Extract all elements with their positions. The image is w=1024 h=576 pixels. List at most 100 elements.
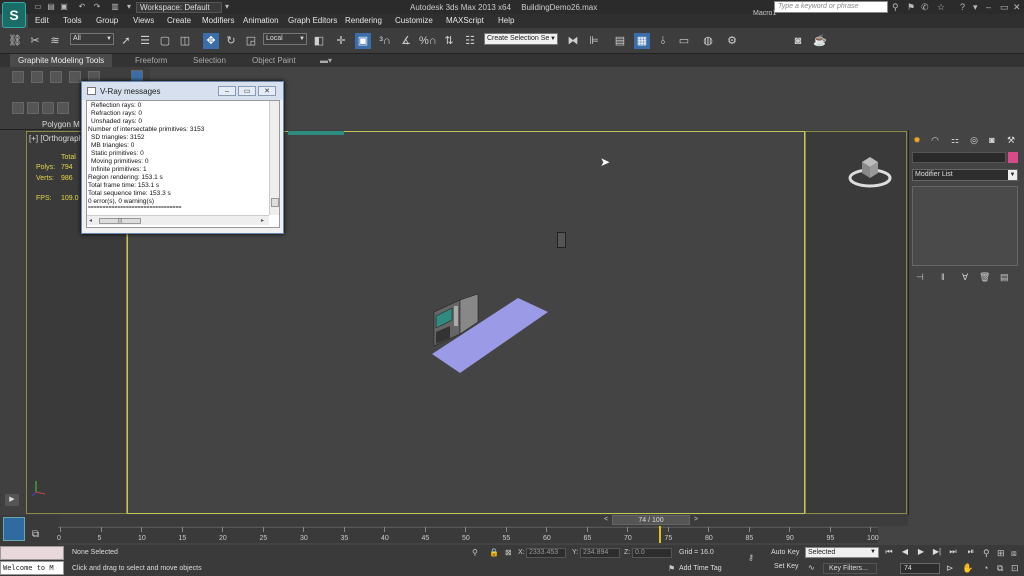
scene-geometry[interactable]: [420, 290, 560, 380]
create-tab-icon[interactable]: ✹: [911, 134, 923, 146]
scene-explorer-icon[interactable]: ▤: [612, 33, 628, 49]
time-tag-icon[interactable]: ⚑: [668, 564, 675, 573]
play-icon[interactable]: ▶: [916, 547, 926, 557]
project-folder-icon[interactable]: ▥: [110, 2, 120, 12]
search-input[interactable]: Type a keyword or phrase: [774, 1, 888, 13]
mini-listener-button[interactable]: [3, 517, 25, 541]
menu-group[interactable]: Group: [96, 16, 118, 25]
help-icon[interactable]: ?: [960, 2, 965, 12]
select-and-rotate-icon[interactable]: ↻: [223, 33, 239, 49]
tab-graphite-modeling-tools[interactable]: Graphite Modeling Tools: [10, 54, 113, 67]
keyboard-shortcut-override-icon[interactable]: ▣: [355, 33, 371, 49]
vray-horizontal-scroll-thumb[interactable]: |||: [99, 218, 141, 224]
open-mini-curve-editor-icon[interactable]: ⧉: [32, 529, 39, 540]
maxscript-listener-input[interactable]: [0, 546, 64, 560]
tab-object-paint[interactable]: Object Paint: [252, 56, 296, 65]
quick-access-dropdown-icon[interactable]: ▾: [124, 2, 134, 12]
selection-filter-select[interactable]: All ▼: [70, 33, 114, 45]
percent-snap-icon[interactable]: %∩: [419, 33, 437, 49]
save-file-icon[interactable]: ▣: [59, 2, 69, 12]
selection-lock-icon[interactable]: 🔒: [489, 548, 499, 557]
tab-freeform[interactable]: Freeform: [135, 56, 167, 65]
bind-to-space-warp-icon[interactable]: ≋: [47, 33, 63, 49]
ribbon-button[interactable]: [27, 102, 39, 114]
object-color-swatch[interactable]: [1008, 152, 1018, 163]
workspace-dropdown-icon[interactable]: ▾: [222, 2, 232, 12]
minimize-icon[interactable]: –: [986, 2, 991, 12]
layer-manager-icon[interactable]: ▦: [634, 33, 650, 49]
favorites-icon[interactable]: ☆: [937, 2, 945, 12]
rendered-frame-window-icon[interactable]: ◙: [790, 33, 806, 49]
auto-key-button[interactable]: Auto Key: [771, 548, 803, 558]
rectangular-selection-icon[interactable]: ▢: [157, 33, 173, 49]
menu-help[interactable]: Help: [498, 16, 514, 25]
curve-editor-icon[interactable]: ⫰: [655, 33, 671, 49]
modifier-stack[interactable]: [912, 186, 1018, 266]
pin-stack-icon[interactable]: ⊣: [916, 272, 924, 283]
vray-vertical-scroll-thumb[interactable]: [271, 198, 279, 207]
modifier-list-select[interactable]: Modifier List ▼: [912, 169, 1018, 181]
isolate-selection-icon[interactable]: ⚲: [472, 548, 478, 557]
select-and-scale-icon[interactable]: ◲: [243, 33, 259, 49]
configure-modifier-sets-icon[interactable]: ▤: [1000, 272, 1009, 283]
undo-icon[interactable]: ↶: [77, 2, 87, 12]
select-and-move-icon[interactable]: ✥: [203, 33, 219, 49]
time-slider-thumb[interactable]: 74 / 100: [612, 515, 690, 525]
orbit-icon[interactable]: ◔: [983, 563, 988, 573]
open-file-icon[interactable]: ▤: [46, 2, 56, 12]
viewport-label[interactable]: [+] [Orthograph: [29, 134, 83, 143]
menu-views[interactable]: Views: [133, 16, 154, 25]
field-of-view-icon[interactable]: ⊳: [946, 563, 954, 574]
communication-center-icon[interactable]: ✆: [921, 2, 929, 12]
ribbon-button[interactable]: [57, 102, 69, 114]
menu-animation[interactable]: Animation: [243, 16, 279, 25]
align-icon[interactable]: ⊫: [586, 33, 602, 49]
application-button[interactable]: S: [2, 2, 26, 28]
key-filters-button[interactable]: Key Filters...: [823, 563, 877, 574]
ribbon-button[interactable]: [69, 71, 81, 83]
motion-tab-icon[interactable]: ◎: [968, 134, 980, 146]
vray-horizontal-scrollbar[interactable]: ◂ ||| ▸: [87, 215, 269, 225]
previous-frame-icon[interactable]: ◀: [900, 547, 910, 557]
utilities-tab-icon[interactable]: ⚒: [1005, 134, 1017, 146]
viewcube-icon[interactable]: [848, 150, 892, 190]
zoom-extents-icon[interactable]: ⧈: [1011, 548, 1017, 559]
maxscript-output[interactable]: Welcome to M: [0, 561, 64, 575]
current-frame-input[interactable]: 74: [900, 563, 940, 574]
display-tab-icon[interactable]: ◙: [986, 134, 998, 146]
time-slider[interactable]: [0, 515, 908, 526]
zoom-icon[interactable]: ⚲: [983, 548, 990, 559]
menu-tools[interactable]: Tools: [63, 16, 82, 25]
vray-maximize-button[interactable]: ▭: [238, 86, 256, 96]
named-selection-set-input[interactable]: Create Selection Se ▼: [484, 33, 558, 45]
vray-close-button[interactable]: ✕: [258, 86, 276, 96]
ribbon-button[interactable]: [31, 71, 43, 83]
redo-icon[interactable]: ↷: [92, 2, 102, 12]
ribbon-button[interactable]: [42, 102, 54, 114]
vray-minimize-button[interactable]: –: [218, 86, 236, 96]
menu-maxscript[interactable]: MAXScript: [446, 16, 484, 25]
menu-edit[interactable]: Edit: [35, 16, 49, 25]
menu-create[interactable]: Create: [167, 16, 191, 25]
default-tangents-icon[interactable]: ∿: [808, 563, 815, 572]
spinner-snap-icon[interactable]: ⇅: [441, 33, 457, 49]
absolute-mode-icon[interactable]: ⊠: [505, 548, 512, 557]
search-icon[interactable]: ⚲: [892, 2, 899, 12]
hierarchy-tab-icon[interactable]: ⚏: [949, 134, 961, 146]
vray-vertical-scrollbar[interactable]: [269, 101, 279, 215]
maximize-icon[interactable]: ▭: [1000, 2, 1009, 12]
close-icon[interactable]: ✕: [1013, 2, 1021, 12]
maximize-viewport-icon[interactable]: ⧉: [997, 563, 1003, 574]
snaps-toggle-icon[interactable]: ³∩: [377, 33, 393, 49]
help-dropdown-icon[interactable]: ▾: [973, 2, 978, 12]
menu-modifiers[interactable]: Modifiers: [202, 16, 234, 25]
x-coordinate-input[interactable]: 2333.453: [526, 548, 566, 558]
modify-tab-icon[interactable]: ◠: [929, 134, 941, 146]
show-end-result-icon[interactable]: ‖: [941, 272, 945, 282]
ribbon-button[interactable]: [50, 71, 62, 83]
select-and-manipulate-icon[interactable]: ✛: [333, 33, 349, 49]
mirror-icon[interactable]: ⧓: [565, 33, 581, 49]
pivot-center-icon[interactable]: ◧: [311, 33, 327, 49]
menu-customize[interactable]: Customize: [395, 16, 433, 25]
go-to-end-icon[interactable]: ⏭: [948, 547, 958, 557]
